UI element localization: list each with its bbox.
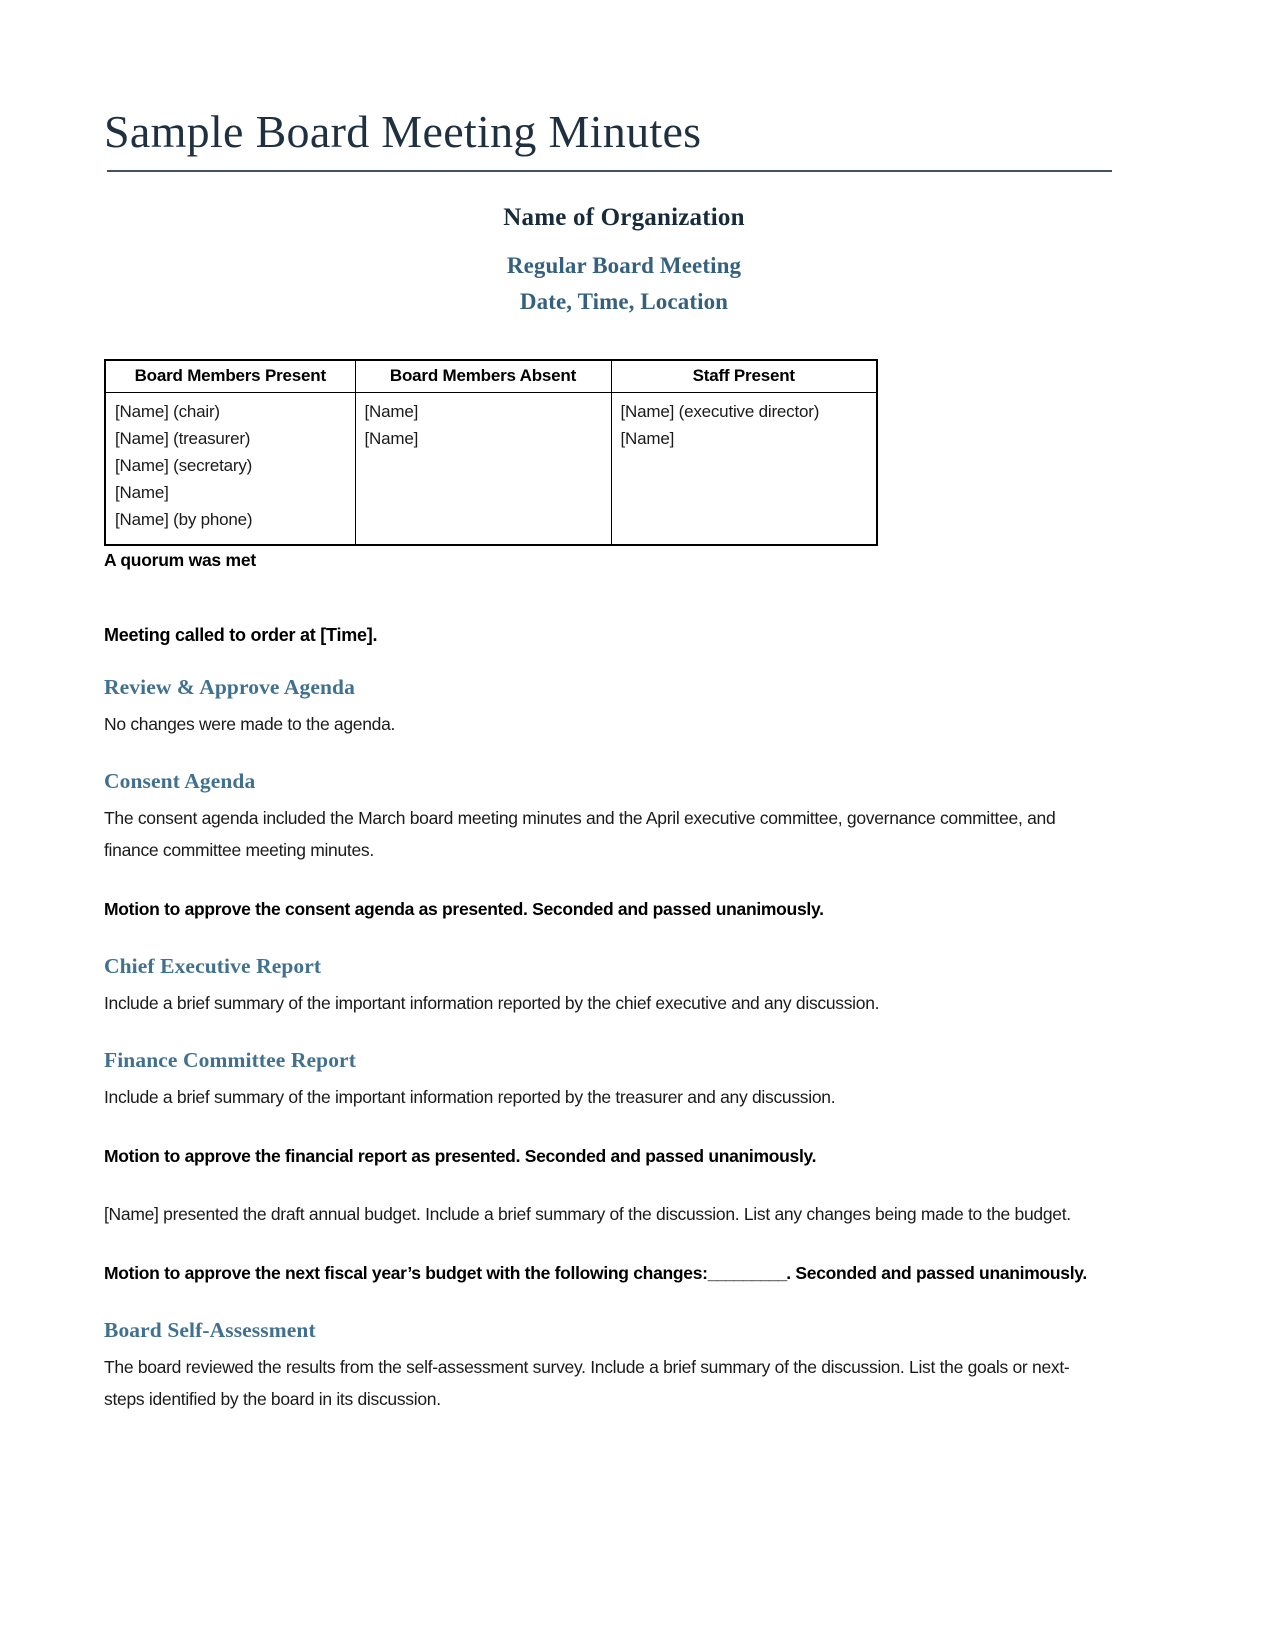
cell-staff-present: [Name] (executive director) [Name]: [610, 392, 878, 546]
board-members-absent-list: [Name] [Name]: [365, 399, 602, 453]
section-finance-committee-report: Finance Committee Report Include a brief…: [104, 1048, 1114, 1289]
cell-board-members-present: [Name] (chair) [Name] (treasurer) [Name]…: [104, 392, 356, 546]
list-item: [Name] (chair): [115, 402, 220, 422]
list-item: [Name] (by phone): [115, 509, 253, 529]
section-body: No changes were made to the agenda.: [104, 713, 396, 734]
title-divider: [106, 170, 1112, 173]
section-body: The consent agenda included the March bo…: [104, 807, 1056, 861]
meeting-called-to-order: Meeting called to order at [Time].: [104, 624, 378, 645]
section-review-approve-agenda: Review & Approve Agenda No changes were …: [104, 675, 1114, 740]
column-header-board-members-absent: Board Members Absent: [354, 359, 612, 394]
section-body: The board reviewed the results from the …: [104, 1356, 1070, 1410]
list-item: [Name]: [364, 402, 419, 422]
list-item: [Name]: [364, 429, 419, 449]
section-heading: Consent Agenda: [104, 768, 256, 793]
document-page: Sample Board Meeting Minutes Name of Org…: [0, 0, 1275, 1650]
cell-board-members-absent: [Name] [Name]: [354, 392, 612, 546]
motion-consent-agenda: Motion to approve the consent agenda as …: [104, 898, 824, 919]
meeting-datetime-location: Date, Time, Location: [519, 289, 729, 315]
section-consent-agenda: Consent Agenda The consent agenda includ…: [104, 769, 1114, 925]
budget-paragraph: [Name] presented the draft annual budget…: [104, 1204, 1071, 1225]
section-heading: Chief Executive Report: [104, 954, 322, 979]
staff-present-list: [Name] (executive director) [Name]: [621, 399, 868, 453]
column-header-staff-present: Staff Present: [610, 359, 878, 394]
list-item: [Name]: [620, 429, 675, 449]
meeting-header-block: Name of Organization Regular Board Meeti…: [104, 204, 1144, 315]
section-body: Include a brief summary of the important…: [104, 1087, 836, 1108]
list-item: [Name]: [115, 482, 169, 502]
meeting-type: Regular Board Meeting: [506, 253, 742, 279]
motion-financial-report: Motion to approve the financial report a…: [104, 1145, 817, 1166]
list-item: [Name] (executive director): [620, 402, 820, 422]
table-row: [Name] (chair) [Name] (treasurer) [Name]…: [104, 392, 878, 546]
attendance-table: Board Members Present Board Members Abse…: [104, 359, 878, 546]
section-heading: Finance Committee Report: [104, 1048, 356, 1073]
organization-name: Name of Organization: [503, 204, 745, 232]
board-members-present-list: [Name] (chair) [Name] (treasurer) [Name]…: [115, 399, 346, 533]
list-item: [Name] (secretary): [115, 456, 253, 476]
motion-suffix-text: . Seconded and passed unanimously.: [786, 1262, 1087, 1283]
list-item: [Name] (treasurer): [115, 429, 251, 449]
table-header-row: Board Members Present Board Members Abse…: [104, 359, 878, 394]
quorum-note: A quorum was met: [104, 549, 256, 570]
motion-prefix-text: Motion to approve the next fiscal year’s…: [104, 1262, 708, 1283]
column-header-board-members-present: Board Members Present: [104, 359, 356, 394]
section-board-self-assessment: Board Self-Assessment The board reviewed…: [104, 1318, 1114, 1416]
section-chief-executive-report: Chief Executive Report Include a brief s…: [104, 954, 1114, 1019]
section-heading: Board Self-Assessment: [104, 1317, 316, 1342]
motion-next-fiscal-year-budget: Motion to approve the next fiscal year’s…: [104, 1257, 1104, 1289]
page-title: Sample Board Meeting Minutes: [104, 106, 702, 157]
fill-in-blank: _________: [707, 1262, 788, 1283]
section-heading: Review & Approve Agenda: [104, 674, 355, 699]
section-body: Include a brief summary of the important…: [104, 993, 880, 1014]
document-content: Sample Board Meeting Minutes Name of Org…: [104, 0, 1114, 1416]
